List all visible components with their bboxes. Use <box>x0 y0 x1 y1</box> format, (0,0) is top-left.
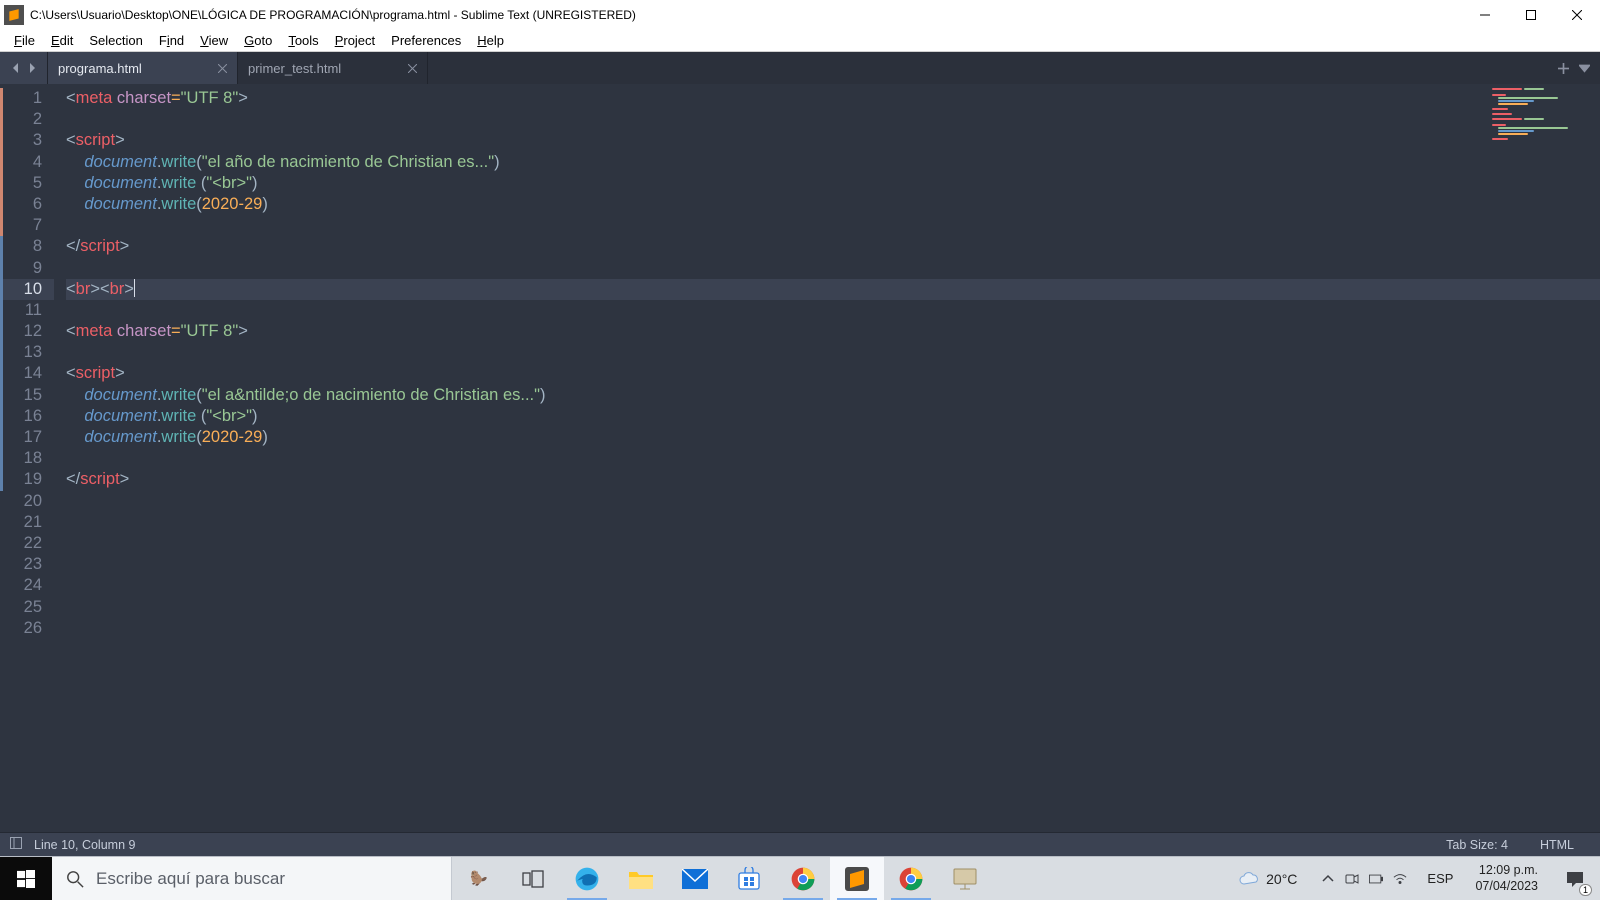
tray-date: 07/04/2023 <box>1475 879 1538 895</box>
status-syntax[interactable]: HTML <box>1524 838 1590 852</box>
weather-temp: 20°C <box>1266 871 1297 887</box>
search-placeholder: Escribe aquí para buscar <box>96 869 285 889</box>
taskbar-search[interactable]: Escribe aquí para buscar <box>52 857 452 900</box>
status-bar: Line 10, Column 9 Tab Size: 4 HTML <box>0 832 1600 856</box>
menu-find[interactable]: Find <box>151 33 192 48</box>
tray-weather[interactable]: 20°C <box>1228 870 1307 888</box>
minimap[interactable] <box>1488 86 1598 146</box>
taskbar-chrome-icon[interactable] <box>776 857 830 900</box>
menu-edit[interactable]: Edit <box>43 33 81 48</box>
menu-tools[interactable]: Tools <box>280 33 326 48</box>
taskbar-assistant-icon[interactable]: 🦫 <box>452 857 506 900</box>
tab-label: programa.html <box>58 61 142 76</box>
minimize-button[interactable] <box>1462 0 1508 30</box>
tab-primer_test-html[interactable]: primer_test.html <box>238 52 428 84</box>
window-title: C:\Users\Usuario\Desktop\ONE\LÓGICA DE P… <box>30 8 1462 22</box>
tab-label: primer_test.html <box>248 61 341 76</box>
taskbar-store-icon[interactable] <box>722 857 776 900</box>
tray-notifications[interactable]: 1 <box>1554 857 1596 900</box>
taskbar-edge-icon[interactable] <box>560 857 614 900</box>
close-button[interactable] <box>1554 0 1600 30</box>
tray-language[interactable]: ESP <box>1421 871 1459 886</box>
taskbar-chrome2-icon[interactable] <box>884 857 938 900</box>
taskbar-sublime-icon[interactable] <box>830 857 884 900</box>
menu-view[interactable]: View <box>192 33 236 48</box>
taskbar-mail-icon[interactable] <box>668 857 722 900</box>
nav-back-icon[interactable] <box>11 63 21 73</box>
status-position[interactable]: Line 10, Column 9 <box>34 838 135 852</box>
menu-bar: File Edit Selection Find View Goto Tools… <box>0 30 1600 52</box>
menu-file[interactable]: File <box>6 33 43 48</box>
cloud-icon <box>1238 870 1260 888</box>
new-tab-icon[interactable] <box>1558 63 1569 74</box>
taskbar-taskview-icon[interactable] <box>506 857 560 900</box>
code-editor[interactable]: 1234567891011121314151617181920212223242… <box>0 84 1600 832</box>
tab-close-icon[interactable] <box>394 61 417 76</box>
menu-project[interactable]: Project <box>327 33 383 48</box>
nav-forward-icon[interactable] <box>27 63 37 73</box>
tab-programa-html[interactable]: programa.html <box>48 52 238 84</box>
status-tab-size[interactable]: Tab Size: 4 <box>1430 838 1524 852</box>
panel-switcher-icon[interactable] <box>10 837 22 852</box>
taskbar-explorer-icon[interactable] <box>614 857 668 900</box>
tray-clock[interactable]: 12:09 p.m. 07/04/2023 <box>1465 863 1548 894</box>
windows-taskbar: Escribe aquí para buscar 🦫 <box>0 856 1600 900</box>
tab-dropdown-icon[interactable] <box>1579 63 1590 74</box>
menu-help[interactable]: Help <box>469 33 512 48</box>
window-controls <box>1462 0 1600 30</box>
notification-badge: 1 <box>1579 884 1592 896</box>
menu-selection[interactable]: Selection <box>81 33 150 48</box>
tray-meet-icon[interactable] <box>1345 872 1359 886</box>
tray-time: 12:09 p.m. <box>1475 863 1538 879</box>
maximize-button[interactable] <box>1508 0 1554 30</box>
menu-goto[interactable]: Goto <box>236 33 280 48</box>
tray-battery-icon[interactable] <box>1369 872 1383 886</box>
tray-chevron-icon[interactable] <box>1321 872 1335 886</box>
tab-history-nav <box>0 52 48 84</box>
sublime-app-icon <box>4 5 24 25</box>
menu-preferences[interactable]: Preferences <box>383 33 469 48</box>
search-icon <box>66 870 84 888</box>
tab-bar: programa.html primer_test.html <box>0 52 1600 84</box>
line-gutter: 1234567891011121314151617181920212223242… <box>0 84 54 832</box>
tab-close-icon[interactable] <box>204 61 227 76</box>
start-button[interactable] <box>0 857 52 900</box>
tray-wifi-icon[interactable] <box>1393 872 1407 886</box>
window-titlebar: C:\Users\Usuario\Desktop\ONE\LÓGICA DE P… <box>0 0 1600 30</box>
code-area[interactable]: <meta charset="UTF 8"><script> document.… <box>54 84 1600 832</box>
taskbar-board-icon[interactable] <box>938 857 992 900</box>
